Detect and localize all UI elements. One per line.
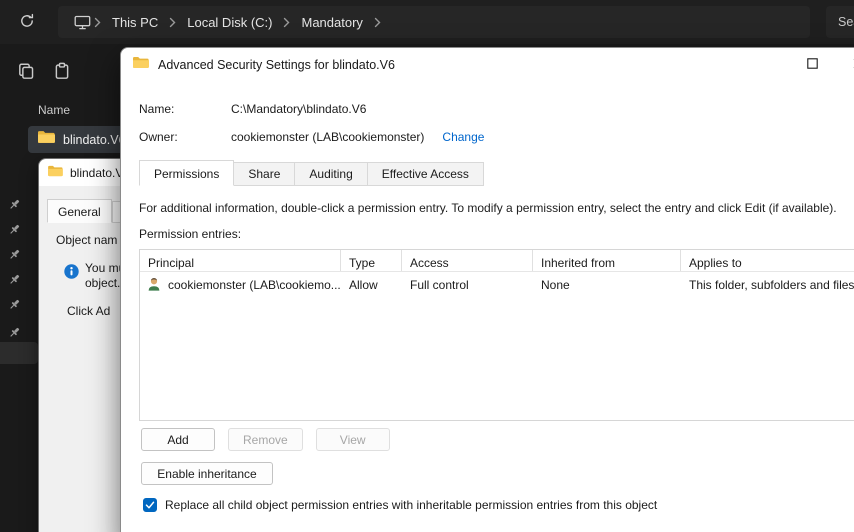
pin-icon [8,326,21,339]
view-button: View [315,428,390,451]
folder-icon [38,130,55,149]
folder-icon [133,56,149,74]
pin-icon [8,248,21,261]
breadcrumb-chevron-icon[interactable] [94,17,101,28]
breadcrumb-chevron-icon[interactable] [169,17,176,28]
address-bar[interactable]: This PC Local Disk (C:) Mandatory [58,6,810,38]
refresh-button[interactable] [12,7,42,37]
replace-permissions-row: Replace all child object permission entr… [143,498,657,512]
cell-applies-to: This folder, subfolders and files [689,278,854,292]
properties-info-text: Click Ad [67,304,111,318]
refresh-icon [19,13,35,32]
column-header-applies-to[interactable]: Applies to [681,250,854,271]
breadcrumb-chevron-icon[interactable] [283,17,290,28]
add-button[interactable]: Add [141,428,215,451]
permission-entries-table: Principal Type Access Inherited from App… [139,249,854,421]
tab-share[interactable]: Share [234,162,296,186]
window-controls [789,48,854,81]
explorer-topbar: This PC Local Disk (C:) Mandatory Sea [0,0,854,44]
search-text: Sea [838,15,854,29]
nav-selected-item[interactable] [0,342,38,364]
change-owner-link[interactable]: Change [442,130,484,144]
pin-icon [8,198,21,211]
copy-icon [17,62,35,83]
folder-icon [48,164,63,182]
cell-type: Allow [349,278,378,292]
info-icon [64,264,79,279]
owner-value: cookiemonster (LAB\cookiemonster) [231,130,425,144]
enable-inheritance-button[interactable]: Enable inheritance [141,462,273,485]
dialog-titlebar: Advanced Security Settings for blindato.… [121,48,854,81]
column-header-type[interactable]: Type [341,250,402,271]
breadcrumb-local-disk-c[interactable]: Local Disk (C:) [179,8,280,36]
tab-permissions[interactable]: Permissions [139,160,235,186]
table-row[interactable]: cookiemonster (LAB\cookiemo... Allow Ful… [140,272,854,298]
this-pc-icon [74,15,91,30]
properties-dialog-title: blindato.V [70,165,124,180]
name-label: Name: [139,102,175,116]
replace-permissions-label: Replace all child object permission entr… [165,498,658,512]
name-column-header[interactable]: Name [38,103,70,117]
name-value: C:\Mandatory\blindato.V6 [231,102,367,116]
column-header-inherited-from[interactable]: Inherited from [533,250,681,271]
tab-general[interactable]: General [47,199,112,223]
paste-icon [53,62,71,83]
cell-inherited-from: None [541,278,570,292]
remove-button: Remove [228,428,303,451]
permissions-description: For additional information, double-click… [139,201,837,215]
dialog-title: Advanced Security Settings for blindato.… [158,57,395,72]
search-box[interactable]: Sea [826,6,854,38]
maximize-icon [806,57,818,72]
cell-principal: cookiemonster (LAB\cookiemo... [168,278,341,292]
table-header-row: Principal Type Access Inherited from App… [140,250,854,272]
name-row: Name: C:\Mandatory\blindato.V6 [139,102,366,116]
replace-permissions-checkbox[interactable] [143,498,157,512]
object-name-label: Object nam [56,233,118,247]
copy-button[interactable] [12,58,40,86]
advanced-security-dialog: Advanced Security Settings for blindato.… [120,47,854,532]
breadcrumb-this-pc[interactable]: This PC [104,8,166,36]
maximize-button[interactable] [789,48,835,81]
pin-icon [8,223,21,236]
paste-button[interactable] [48,58,76,86]
tab-auditing[interactable]: Auditing [295,162,368,186]
pin-icon [8,298,21,311]
user-avatar-icon [146,276,162,295]
properties-info-text: object. [85,276,121,290]
dialog-tab-strip: Permissions Share Auditing Effective Acc… [139,160,484,186]
explorer-window: This PC Local Disk (C:) Mandatory Sea [0,0,854,532]
table-buttons: Add Remove View [141,428,390,451]
permission-entries-label: Permission entries: [139,227,242,241]
tab-effective-access[interactable]: Effective Access [367,162,484,186]
column-header-access[interactable]: Access [402,250,533,271]
pin-icon [8,273,21,286]
cell-access: Full control [410,278,469,292]
breadcrumb-chevron-icon[interactable] [374,17,381,28]
owner-label: Owner: [139,130,178,144]
column-header-principal[interactable]: Principal [140,250,341,271]
close-button[interactable] [835,48,854,81]
owner-row: Owner: cookiemonster (LAB\cookiemonster)… [139,130,484,144]
breadcrumb-mandatory[interactable]: Mandatory [293,8,370,36]
file-name-label: blindato.V6 [63,132,126,147]
